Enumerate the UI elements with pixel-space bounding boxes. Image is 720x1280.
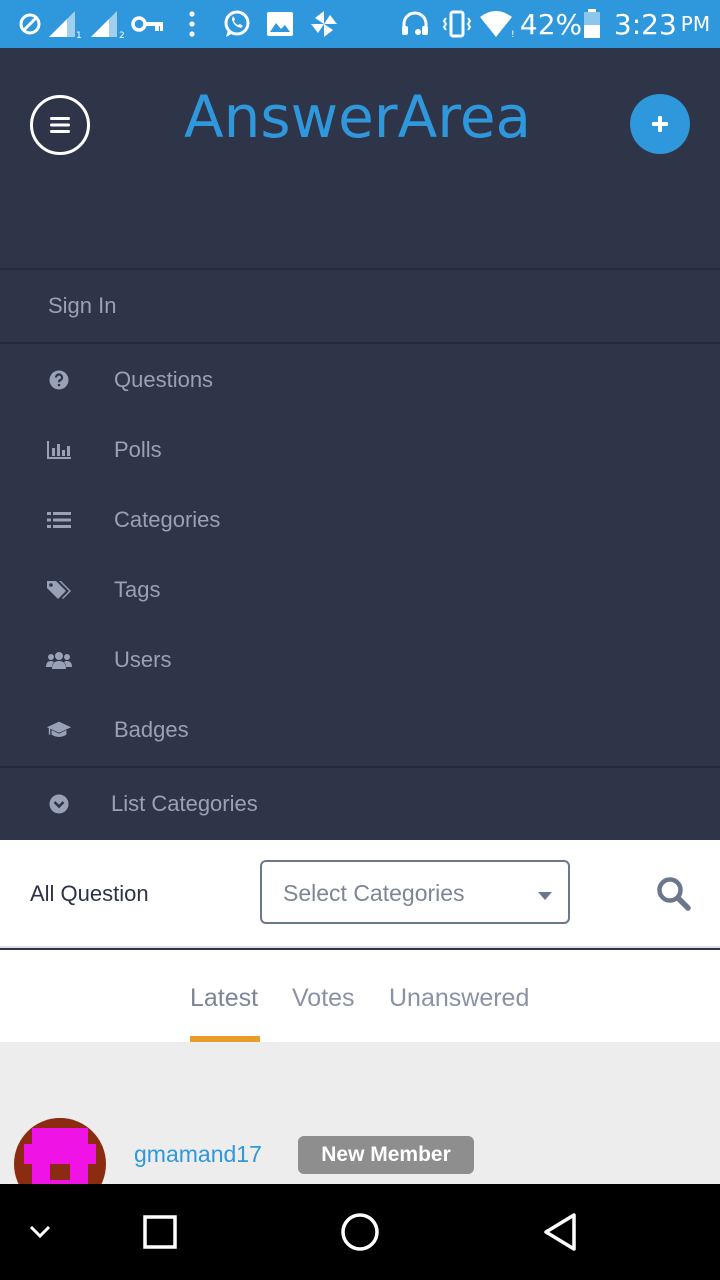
nav-item-label: Users bbox=[114, 647, 172, 672]
image-icon bbox=[264, 0, 296, 48]
nav-item-label: Categories bbox=[114, 507, 221, 532]
tab-latest[interactable]: Latest bbox=[190, 980, 258, 1016]
nav-item-label: Questions bbox=[114, 367, 214, 392]
nav-item-categories[interactable]: Categories bbox=[0, 490, 720, 550]
question-tabs: Latest Votes Unanswered bbox=[0, 950, 720, 1042]
users-icon bbox=[46, 648, 72, 672]
question-circle-icon bbox=[46, 368, 72, 392]
signal-sim2-icon: 2 bbox=[88, 0, 128, 48]
nav-item-label: Polls bbox=[114, 437, 162, 462]
clock: 3:23 PM bbox=[612, 0, 712, 48]
hamburger-icon bbox=[50, 117, 70, 133]
clock-time: 3:23 bbox=[613, 7, 677, 41]
divider bbox=[0, 342, 720, 344]
list-icon bbox=[46, 508, 72, 532]
svg-text:1: 1 bbox=[76, 31, 81, 39]
headset-icon bbox=[398, 0, 432, 48]
sign-in-link[interactable]: Sign In bbox=[48, 288, 117, 324]
svg-text:2: 2 bbox=[119, 31, 125, 39]
more-vert-icon bbox=[184, 0, 200, 48]
search-button[interactable] bbox=[656, 876, 692, 912]
tab-votes[interactable]: Votes bbox=[292, 980, 355, 1016]
home-button[interactable] bbox=[336, 1208, 384, 1256]
nav-item-badges[interactable]: Badges bbox=[0, 700, 720, 760]
dnd-icon bbox=[16, 0, 44, 48]
bar-chart-icon bbox=[46, 438, 72, 462]
avatar-pattern bbox=[50, 1164, 70, 1180]
tags-icon bbox=[46, 578, 72, 602]
graduation-cap-icon bbox=[46, 718, 72, 742]
circle-icon bbox=[341, 1213, 379, 1251]
list-categories-label: List Categories bbox=[111, 791, 258, 816]
hide-nav-button[interactable] bbox=[16, 1208, 64, 1256]
tab-unanswered[interactable]: Unanswered bbox=[389, 980, 529, 1016]
wifi-icon: ! bbox=[478, 0, 518, 48]
back-button[interactable] bbox=[536, 1208, 584, 1256]
recents-button[interactable] bbox=[136, 1208, 184, 1256]
whatsapp-icon bbox=[220, 0, 254, 48]
svg-text:!: ! bbox=[511, 30, 515, 39]
nav-item-tags[interactable]: Tags bbox=[0, 560, 720, 620]
plus-icon bbox=[652, 116, 668, 132]
all-question-title: All Question bbox=[30, 881, 149, 906]
back-triangle-icon bbox=[544, 1213, 576, 1251]
battery-percent: 42% bbox=[519, 7, 583, 41]
clock-ampm: PM bbox=[680, 12, 711, 36]
nav-item-label: Tags bbox=[114, 577, 161, 602]
vibrate-icon bbox=[440, 0, 474, 48]
status-bar: 1 2 ! 42% 3:23 PM bbox=[0, 0, 720, 48]
filter-bar: All Question Select Categories bbox=[0, 840, 720, 948]
battery-icon bbox=[582, 0, 602, 48]
nav-item-questions[interactable]: Questions bbox=[0, 350, 720, 410]
signal-sim1-icon: 1 bbox=[46, 0, 82, 48]
member-badge: New Member bbox=[298, 1136, 474, 1174]
app-header: AnswerArea bbox=[0, 48, 720, 268]
category-select-value: Select Categories bbox=[283, 880, 465, 906]
list-categories-toggle[interactable]: List Categories bbox=[0, 774, 720, 834]
search-icon bbox=[657, 877, 691, 911]
square-icon bbox=[143, 1215, 177, 1249]
nav-item-users[interactable]: Users bbox=[0, 630, 720, 690]
question-list: gmamand17 New Member bbox=[0, 1042, 720, 1184]
avatar-pattern bbox=[46, 1118, 74, 1128]
avatar[interactable] bbox=[14, 1118, 106, 1184]
avatar-pattern bbox=[24, 1144, 96, 1164]
add-question-button[interactable] bbox=[630, 94, 690, 154]
chevron-circle-down-icon bbox=[46, 792, 72, 816]
category-select[interactable]: Select Categories bbox=[260, 860, 570, 924]
chevron-down-icon bbox=[29, 1225, 51, 1239]
system-nav-bar bbox=[0, 1184, 720, 1280]
nav-item-label: Badges bbox=[114, 717, 189, 742]
menu-button[interactable] bbox=[30, 95, 90, 155]
divider bbox=[0, 268, 720, 270]
nav-item-polls[interactable]: Polls bbox=[0, 420, 720, 480]
username-link[interactable]: gmamand17 bbox=[134, 1138, 262, 1170]
divider bbox=[0, 766, 720, 768]
vpn-key-icon bbox=[130, 0, 166, 48]
caret-down-icon bbox=[538, 892, 552, 900]
screen: 1 2 ! 42% 3:23 PM AnswerArea Sign In Que… bbox=[0, 0, 720, 1280]
app-logo[interactable]: AnswerArea bbox=[184, 82, 544, 152]
pinwheel-icon bbox=[306, 0, 342, 48]
